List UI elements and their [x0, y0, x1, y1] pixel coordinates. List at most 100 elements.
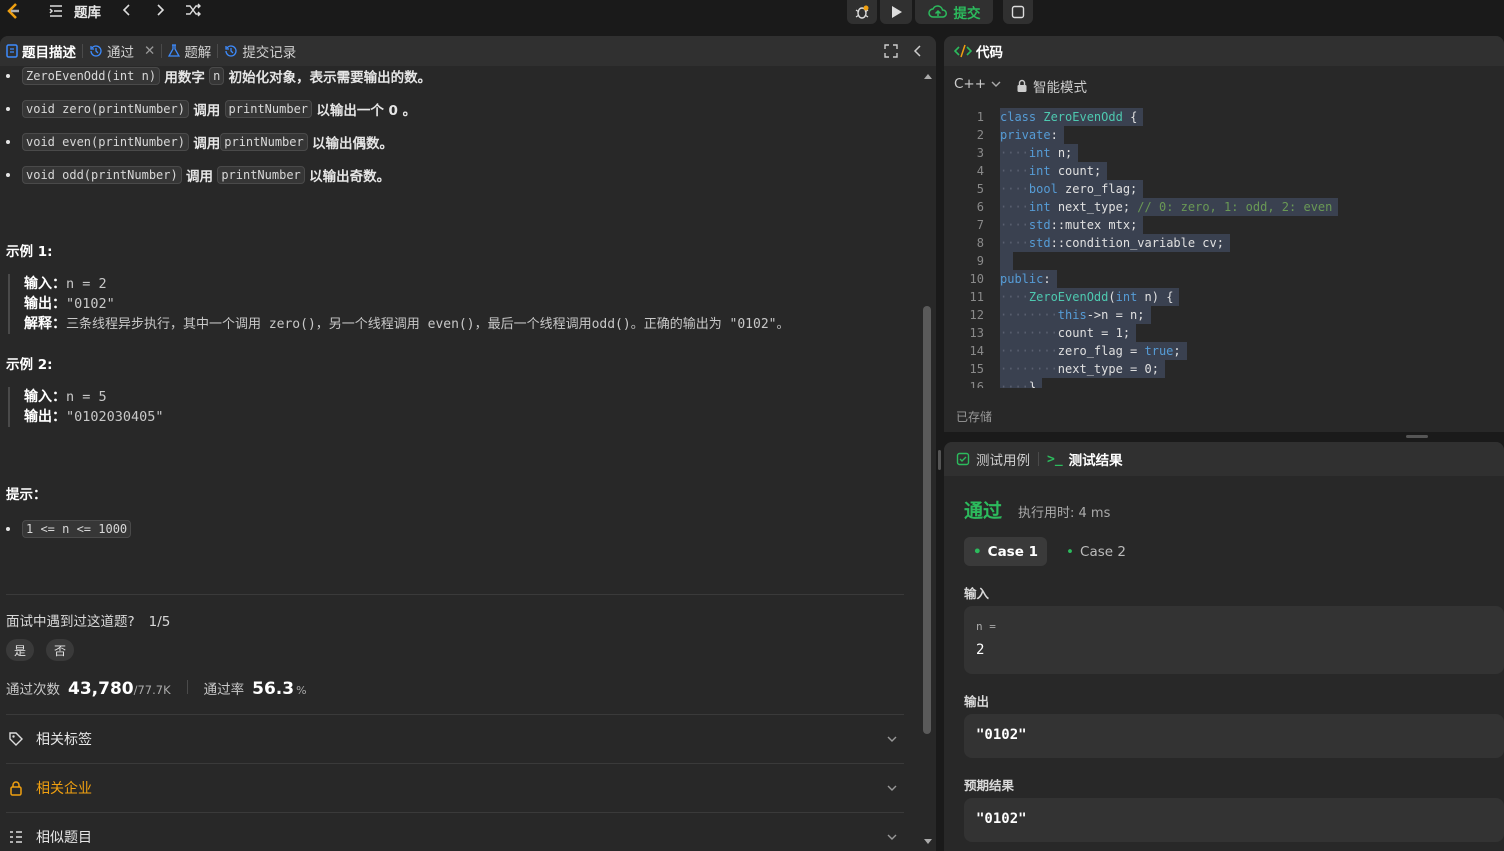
line-number: 1: [976, 110, 984, 124]
case-2-tab[interactable]: • Case 2: [1060, 537, 1132, 566]
code-line[interactable]: 1 class ZeroEvenOdd {: [944, 108, 1504, 126]
interview-question: 面试中遇到过这道题? 1/5: [6, 610, 170, 630]
tab-divider: [1038, 452, 1039, 466]
chevron-down-icon: [887, 736, 897, 742]
code-text: ····bool zero_flag;: [1000, 180, 1144, 198]
tab-test-result-label: 测试结果: [1068, 453, 1123, 469]
lock-icon: [10, 781, 22, 796]
cloud-upload-icon: [927, 5, 947, 18]
expected-value: "0102": [976, 811, 1027, 827]
notes-button[interactable]: [1003, 0, 1033, 24]
history-icon: [90, 45, 102, 57]
related-companies-label: 相关企业: [36, 781, 92, 797]
inline-code: printNumber: [217, 166, 305, 184]
code-text: ········next_type = 0;: [1000, 360, 1165, 378]
list-item: void even(printNumber) 调用 printNumber 以输出…: [6, 132, 393, 152]
list-text: 调用: [193, 136, 221, 152]
smart-mode-indicator[interactable]: 智能模式: [1016, 76, 1087, 96]
vertical-resize-handle[interactable]: [938, 450, 941, 470]
example-1-block: 输入：n = 2 输出："0102" 解释：三条线程异步执行，其中一个调用 ze…: [8, 274, 790, 334]
expected-label: 预期结果: [964, 778, 1015, 793]
inline-code: ZeroEvenOdd(int n): [22, 67, 161, 85]
scrollbar-thumb[interactable]: [923, 306, 931, 734]
code-line[interactable]: 15 ········next_type = 0;: [944, 360, 1504, 378]
close-tab-icon[interactable]: ✕: [144, 43, 155, 59]
submission-count: /77.7K: [133, 683, 171, 697]
yes-button[interactable]: 是: [6, 639, 34, 661]
tab-test-cases-label: 测试用例: [976, 453, 1030, 469]
code-text: ········zero_flag = true;: [1000, 342, 1187, 360]
tag-icon: [9, 732, 23, 746]
chevron-down-icon: [991, 81, 1001, 87]
document-icon: [6, 44, 18, 58]
output-label: 输出：: [24, 296, 66, 312]
tab-solutions[interactable]: 题解: [162, 36, 217, 66]
code-line[interactable]: 8 ····std::condition_variable cv;: [944, 234, 1504, 252]
leetcode-logo-icon[interactable]: [2, 0, 24, 22]
shuffle-icon[interactable]: [185, 2, 201, 18]
code-text: private:: [1000, 126, 1064, 144]
related-tags-row[interactable]: 相关标签: [6, 715, 904, 763]
inline-code: void odd(printNumber): [22, 166, 182, 184]
fullscreen-icon[interactable]: [884, 44, 898, 58]
expected-box: "0102": [964, 798, 1504, 842]
next-problem-icon[interactable]: [153, 3, 167, 17]
scroll-up-icon[interactable]: [923, 72, 933, 80]
tab-submissions[interactable]: 提交记录: [218, 36, 302, 66]
problem-list-button[interactable]: 题库: [48, 0, 101, 22]
code-line[interactable]: 13 ········count = 1;: [944, 324, 1504, 342]
tab-description[interactable]: 题目描述: [0, 36, 82, 66]
similar-problems-row[interactable]: 相似题目: [6, 813, 904, 851]
debug-button[interactable]: [847, 0, 877, 24]
checkbox-icon: [956, 452, 970, 466]
list-tree-icon: [10, 831, 22, 843]
line-number: 12: [969, 308, 984, 322]
code-line[interactable]: 11 ····ZeroEvenOdd(int n) {: [944, 288, 1504, 306]
run-button[interactable]: [880, 0, 912, 24]
scroll-down-icon[interactable]: [923, 838, 933, 846]
prev-problem-icon[interactable]: [120, 3, 134, 17]
list-item: void zero(printNumber) 调用 printNumber 以输…: [6, 99, 416, 119]
tab-accepted[interactable]: 通过 ✕: [83, 36, 161, 66]
submit-button[interactable]: 提交: [915, 0, 993, 24]
output-label: 输出：: [24, 409, 66, 425]
code-line[interactable]: 4 ····int count;: [944, 162, 1504, 180]
code-line[interactable]: 14 ········zero_flag = true;: [944, 342, 1504, 360]
input-value: n = 2: [66, 276, 107, 292]
code-line[interactable]: 16 ····}: [944, 378, 1504, 388]
explanation-value: 三条线程异步执行，其中一个调用 zero()，另一个线程调用 even()，最后…: [66, 317, 790, 332]
code-line[interactable]: 6 ····int next_type; // 0: zero, 1: odd, …: [944, 198, 1504, 216]
code-text: ····int next_type; // 0: zero, 1: odd, 2…: [1000, 198, 1339, 216]
example-2-title: 示例 2:: [6, 357, 53, 373]
line-number: 8: [976, 236, 984, 250]
code-line[interactable]: 12 ········this->n = n;: [944, 306, 1504, 324]
related-tags-label: 相关标签: [36, 732, 92, 748]
language-select[interactable]: C++: [954, 76, 1002, 92]
related-companies-row[interactable]: 相关企业: [6, 764, 904, 812]
collapse-panel-icon[interactable]: [912, 44, 924, 58]
code-text: ····}: [1000, 378, 1043, 388]
no-button[interactable]: 否: [46, 639, 74, 661]
result-panel: 测试用例 >_ 测试结果 通过 执行用时: 4 ms • Case 1 • Case…: [944, 442, 1504, 851]
tab-test-result[interactable]: >_ 测试结果: [1047, 449, 1123, 470]
code-line[interactable]: 10 public:: [944, 270, 1504, 288]
bug-icon: [855, 5, 869, 19]
case-1-tab[interactable]: • Case 1: [964, 537, 1047, 566]
list-item: ZeroEvenOdd(int n) 用数字 n 初始化对象，表示需要输出的数。: [6, 66, 431, 86]
output-box: "0102": [964, 714, 1504, 758]
horizontal-resize-handle[interactable]: [1406, 435, 1428, 438]
result-panel-tabs: 测试用例 >_ 测试结果: [944, 442, 1504, 476]
percent-unit: %: [296, 684, 307, 697]
code-line[interactable]: 9: [944, 252, 1504, 270]
code-line[interactable]: 5 ····bool zero_flag;: [944, 180, 1504, 198]
play-icon: [892, 6, 902, 18]
inline-code: void zero(printNumber): [22, 100, 189, 118]
code-line[interactable]: 7 ····std::mutex mtx;: [944, 216, 1504, 234]
code-text: ····int n;: [1000, 144, 1079, 162]
tab-test-cases[interactable]: 测试用例: [956, 449, 1030, 469]
code-line[interactable]: 3 ····int n;: [944, 144, 1504, 162]
runtime: 执行用时: 4 ms: [1018, 506, 1111, 521]
code-editor[interactable]: 1 class ZeroEvenOdd {2 private: 3 ····int n;…: [944, 108, 1504, 388]
divider: [6, 594, 904, 595]
code-line[interactable]: 2 private:: [944, 126, 1504, 144]
